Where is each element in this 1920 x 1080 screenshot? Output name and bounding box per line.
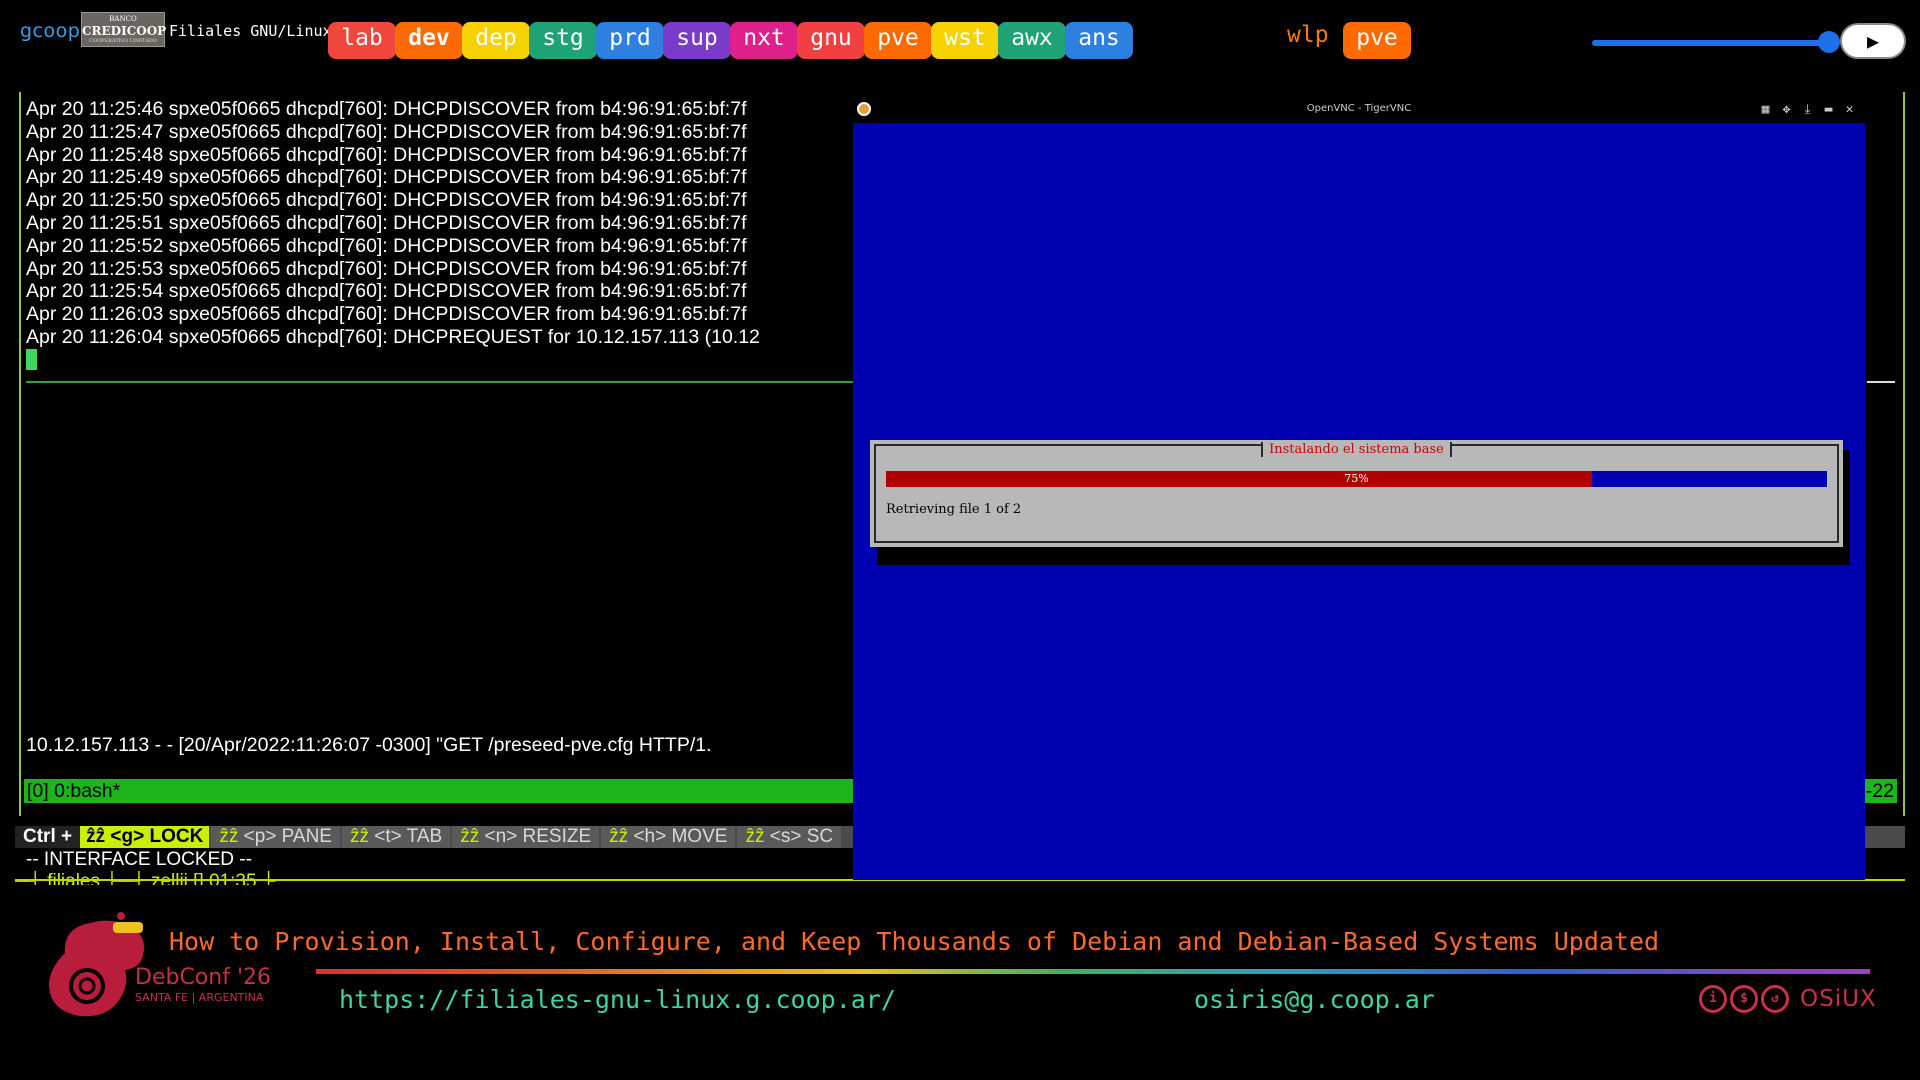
zellij-keybind-label: <t> TAB xyxy=(374,826,443,847)
zellij-keybind-item[interactable]: ẑẑ <t> TAB xyxy=(341,826,451,848)
env-tab-stg[interactable]: stg xyxy=(529,22,597,59)
installer-status-text: Retrieving file 1 of 2 xyxy=(886,502,1022,517)
vnc-titlebar: OpenVNC - TigerVNC ▦ ✥ ⤓ ▬ ✕ xyxy=(853,98,1865,123)
zellij-tabs-line[interactable]: ─┤ filiales ├─┤ zellij [] 01:35 ├ xyxy=(15,871,275,885)
zellij-sep: ẑẑ xyxy=(460,826,480,847)
env-tab-sup[interactable]: sup xyxy=(663,22,731,59)
log-line: Apr 20 11:25:54 spxe05f0665 dhcpd[760]: … xyxy=(26,280,747,303)
log-line: Apr 20 11:25:47 spxe05f0665 dhcpd[760]: … xyxy=(26,120,747,143)
zellij-ctrl-label: Ctrl + xyxy=(15,826,81,848)
vnc-window-controls: ▦ ✥ ⤓ ▬ ✕ xyxy=(1758,102,1857,117)
talk-title: How to Provision, Install, Configure, an… xyxy=(169,927,1660,956)
http-log-line: 10.12.157.113 - - [20/Apr/2022:11:26:07 … xyxy=(26,734,712,756)
play-button[interactable]: ▶ xyxy=(1840,23,1906,59)
log-line: Apr 20 11:25:53 spxe05f0665 dhcpd[760]: … xyxy=(26,257,747,280)
volume-slider[interactable] xyxy=(1592,40,1829,46)
debconf-location: SANTA FE | ARGENTINA xyxy=(135,991,264,1004)
environment-tabs: lab dev dep stg prd sup nxt gnu pve wst awx ans xyxy=(328,22,1133,59)
installer-progress-bar: 75% xyxy=(886,471,1827,487)
debconf-name: DebConf '26 xyxy=(135,965,271,990)
log-line: Apr 20 11:25:50 spxe05f0665 dhcpd[760]: … xyxy=(26,189,747,212)
env-tab-lab[interactable]: lab xyxy=(328,22,396,59)
log-line: Apr 20 11:25:48 spxe05f0665 dhcpd[760]: … xyxy=(26,143,747,166)
interface-locked-label: -- INTERFACE LOCKED -- xyxy=(26,849,252,870)
project-url-link[interactable]: https://filiales-gnu-linux.g.coop.ar/ xyxy=(339,985,896,1014)
pane-divider-right xyxy=(1867,381,1895,383)
installer-progress-label: 75% xyxy=(1344,472,1369,485)
credicoop-logo-line3: COOPERATIVO LIMITADO xyxy=(89,38,157,44)
zellij-sep: ẑẑ xyxy=(349,826,369,847)
log-line: Apr 20 11:25:49 spxe05f0665 dhcpd[760]: … xyxy=(26,166,747,189)
dhcp-log: Apr 20 11:25:46 spxe05f0665 dhcpd[760]: … xyxy=(26,98,856,349)
minimize-icon[interactable]: ▬ xyxy=(1821,102,1836,117)
log-line: Apr 20 11:25:46 spxe05f0665 dhcpd[760]: … xyxy=(26,98,747,120)
cc-nc-icon: $ xyxy=(1730,985,1758,1013)
env-tab-dev[interactable]: dev xyxy=(395,22,463,59)
zellij-sep: ẑẑ xyxy=(609,826,629,847)
play-icon: ▶ xyxy=(1866,29,1880,53)
env-tab-gnu[interactable]: gnu xyxy=(797,22,865,59)
move-icon[interactable]: ✥ xyxy=(1779,102,1794,117)
pin-icon[interactable]: ⤓ xyxy=(1800,102,1815,117)
terminal-cursor xyxy=(26,349,37,370)
rainbow-divider xyxy=(316,969,1870,974)
installer-dialog-border: Instalando el sistema base xyxy=(874,442,1839,543)
zellij-keybind-label: <p> PANE xyxy=(243,826,332,847)
volume-slider-thumb[interactable] xyxy=(1818,31,1840,53)
env-tab-prd[interactable]: prd xyxy=(596,22,664,59)
credicoop-logo-line1: BANCO xyxy=(109,15,137,23)
log-line: Apr 20 11:26:04 spxe05f0665 dhcpd[760]: … xyxy=(26,325,760,348)
wlp-label: wlp xyxy=(1287,22,1329,48)
pve-tag[interactable]: pve xyxy=(1343,22,1411,59)
pane-divider xyxy=(26,381,856,383)
gcoop-logo: gcoop xyxy=(20,20,81,42)
zellij-keybind-item[interactable]: ẑẑ <p> PANE xyxy=(211,826,340,848)
tmux-window-label[interactable]: [0] 0:bash* xyxy=(27,779,120,803)
env-tab-nxt[interactable]: nxt xyxy=(730,22,798,59)
env-tab-awx[interactable]: awx xyxy=(998,22,1066,59)
installer-dialog-title: Instalando el sistema base xyxy=(1261,442,1452,457)
filiales-label: Filiales GNU/Linux xyxy=(169,22,332,40)
zellij-keybind-item[interactable]: ẑẑ <h> MOVE xyxy=(601,826,736,848)
zellij-keybind-label: <s> SC xyxy=(769,826,834,847)
env-tab-wst[interactable]: wst xyxy=(931,22,999,59)
zellij-lock-mode[interactable]: ẑẑ <g> LOCK xyxy=(80,826,210,848)
cc-by-icon: i xyxy=(1699,985,1727,1013)
env-tab-pve[interactable]: pve xyxy=(864,22,932,59)
env-tab-dep[interactable]: dep xyxy=(462,22,530,59)
zellij-lock-key: <g> xyxy=(110,826,145,847)
env-tab-ans[interactable]: ans xyxy=(1065,22,1133,59)
zellij-sep: ẑẑ xyxy=(86,826,106,847)
vnc-window-title: OpenVNC - TigerVNC xyxy=(1306,103,1412,114)
cc-sa-icon: ↺ xyxy=(1761,985,1789,1013)
grid-icon[interactable]: ▦ xyxy=(1758,102,1773,117)
author-name: OSiUX xyxy=(1800,986,1877,1012)
zellij-keybind-item[interactable]: ẑẑ <s> SC xyxy=(737,826,842,848)
log-line: Apr 20 11:25:51 spxe05f0665 dhcpd[760]: … xyxy=(26,211,747,234)
installer-progress-dialog: Instalando el sistema base 75% Retrievin… xyxy=(870,440,1843,547)
tmux-status-right: -22 xyxy=(1865,780,1894,802)
zellij-sep: ẑẑ xyxy=(219,826,239,847)
log-line: Apr 20 11:26:03 spxe05f0665 dhcpd[760]: … xyxy=(26,303,747,326)
log-line: Apr 20 11:25:52 spxe05f0665 dhcpd[760]: … xyxy=(26,234,747,257)
zellij-keybind-label: <h> MOVE xyxy=(633,826,728,847)
zellij-keybind-label: <n> RESIZE xyxy=(484,826,592,847)
author-email-link[interactable]: osiris@g.coop.ar xyxy=(1194,985,1435,1014)
credicoop-logo: BANCO CREDICOOP COOPERATIVO LIMITADO xyxy=(81,12,167,47)
cc-license-icons: i $ ↺ xyxy=(1699,985,1789,1013)
zellij-sep: ẑẑ xyxy=(745,826,765,847)
top-bar: gcoop BANCO CREDICOOP COOPERATIVO LIMITA… xyxy=(0,0,1920,72)
zellij-keybind-item[interactable]: ẑẑ <n> RESIZE xyxy=(452,826,600,848)
credicoop-logo-line2: CREDICOOP xyxy=(82,24,167,38)
close-icon[interactable]: ✕ xyxy=(1842,102,1857,117)
zellij-lock-label: LOCK xyxy=(149,826,204,847)
